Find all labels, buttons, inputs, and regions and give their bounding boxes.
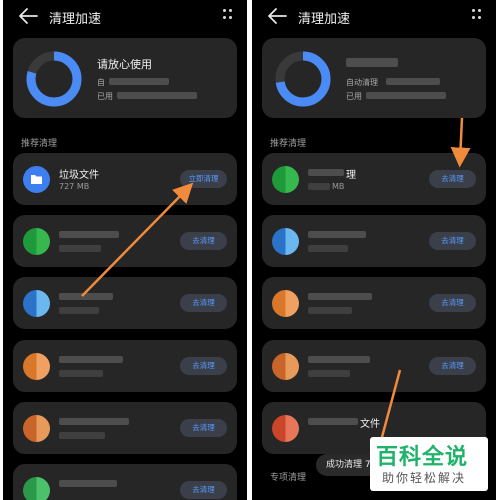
clean-item[interactable]: 去清理 — [13, 402, 237, 454]
go-clean-button[interactable]: 去清理 — [180, 419, 227, 437]
toast-text: 成功清理 7 — [326, 460, 371, 470]
item-name: 垃圾文件 — [59, 170, 99, 181]
redacted-text — [59, 307, 99, 314]
clean-item[interactable]: 去清理 — [262, 340, 486, 392]
clean-item[interactable]: 去清理 — [13, 215, 237, 267]
clean-now-button[interactable]: 立即清理 — [180, 170, 227, 188]
more-options-icon[interactable] — [472, 9, 482, 21]
go-clean-button[interactable]: 去清理 — [180, 232, 227, 250]
redacted-text — [308, 293, 372, 300]
app-icon-orange — [23, 415, 50, 442]
item-name: 理 — [346, 170, 356, 181]
app-icon-red — [272, 415, 299, 442]
redacted-text — [109, 78, 169, 85]
back-arrow-icon[interactable] — [266, 6, 288, 26]
summary-headline: 请放心使用 — [97, 58, 152, 71]
summary-line-2: 已用 — [346, 92, 362, 101]
section-label-special: 专项清理 — [270, 473, 307, 483]
go-clean-button[interactable]: 去清理 — [180, 294, 227, 312]
page-title: 清理加速 — [49, 12, 102, 27]
app-icon-orange — [23, 353, 50, 380]
app-icon-blue — [23, 290, 50, 317]
redacted-text — [308, 307, 352, 314]
go-clean-button[interactable]: 去清理 — [429, 232, 476, 250]
right-phone-screen: 清理加速 自动清理 已用 推荐清理 理 MB 去清理 去清理 去清理 去清理 文… — [252, 0, 496, 500]
redacted-text — [117, 92, 197, 99]
redacted-text — [59, 293, 113, 300]
summary-line-1: 自动清理 — [346, 78, 378, 87]
go-clean-button[interactable]: 去清理 — [429, 170, 476, 188]
go-clean-button[interactable]: 去清理 — [180, 357, 227, 375]
folder-icon — [23, 166, 50, 193]
redacted-text — [59, 245, 101, 252]
storage-summary-card[interactable]: 请放心使用 自 已用 — [13, 38, 237, 118]
app-icon-blue — [272, 228, 299, 255]
clean-item[interactable]: 去清理 — [262, 277, 486, 329]
redacted-text — [308, 169, 344, 176]
go-clean-button[interactable]: 去清理 — [429, 357, 476, 375]
redacted-text — [59, 356, 123, 363]
back-arrow-icon[interactable] — [17, 6, 39, 26]
summary-line-1: 自 — [97, 78, 105, 87]
redacted-text — [346, 58, 398, 67]
redacted-text — [308, 245, 348, 252]
storage-ring-icon — [275, 51, 331, 107]
clean-item[interactable]: 去清理 — [262, 215, 486, 267]
more-options-icon[interactable] — [223, 9, 233, 21]
summary-line-2: 已用 — [97, 92, 113, 101]
go-clean-button[interactable]: 去清理 — [429, 294, 476, 312]
redacted-text — [308, 370, 350, 377]
item-size: 727 MB — [59, 182, 90, 191]
clean-item[interactable]: 去清理 — [13, 277, 237, 329]
storage-ring-icon — [26, 51, 82, 107]
redacted-text — [59, 231, 119, 238]
clean-item[interactable]: 去清理 — [13, 340, 237, 392]
section-label-recommended: 推荐清理 — [21, 139, 58, 149]
section-label-recommended: 推荐清理 — [270, 139, 307, 149]
top-bar: 清理加速 — [3, 4, 247, 28]
watermark-sub-text: 助你轻松解决 — [382, 471, 467, 485]
top-bar: 清理加速 — [252, 4, 496, 28]
watermark-main-text: 百科全说 — [376, 445, 469, 470]
redacted-text — [308, 418, 358, 425]
clean-item[interactable]: 理 MB 去清理 — [262, 153, 486, 205]
redacted-text — [59, 370, 103, 377]
page-title: 清理加速 — [298, 12, 351, 27]
redacted-text — [308, 231, 366, 238]
app-icon-orange — [272, 353, 299, 380]
redacted-text — [59, 418, 129, 425]
clean-item[interactable]: 去清理 — [13, 464, 237, 500]
redacted-text — [308, 356, 370, 363]
item-size: MB — [332, 182, 345, 191]
app-icon-orange — [272, 290, 299, 317]
redacted-text — [59, 480, 117, 487]
redacted-text — [366, 92, 446, 99]
go-clean-button[interactable]: 去清理 — [180, 481, 227, 499]
redacted-text — [308, 183, 330, 190]
watermark-logo: 百科全说 助你轻松解决 — [370, 437, 488, 491]
left-phone-screen: 清理加速 请放心使用 自 已用 推荐清理 垃圾文件 727 MB 立即清理 去清… — [3, 0, 247, 500]
app-icon-green — [272, 166, 299, 193]
item-name: 文件 — [360, 419, 380, 430]
clean-item-junk-files[interactable]: 垃圾文件 727 MB 立即清理 — [13, 153, 237, 205]
app-icon-green — [23, 477, 50, 500]
storage-summary-card[interactable]: 自动清理 已用 — [262, 38, 486, 118]
app-icon-green — [23, 228, 50, 255]
redacted-text — [386, 78, 440, 85]
redacted-text — [59, 432, 105, 439]
